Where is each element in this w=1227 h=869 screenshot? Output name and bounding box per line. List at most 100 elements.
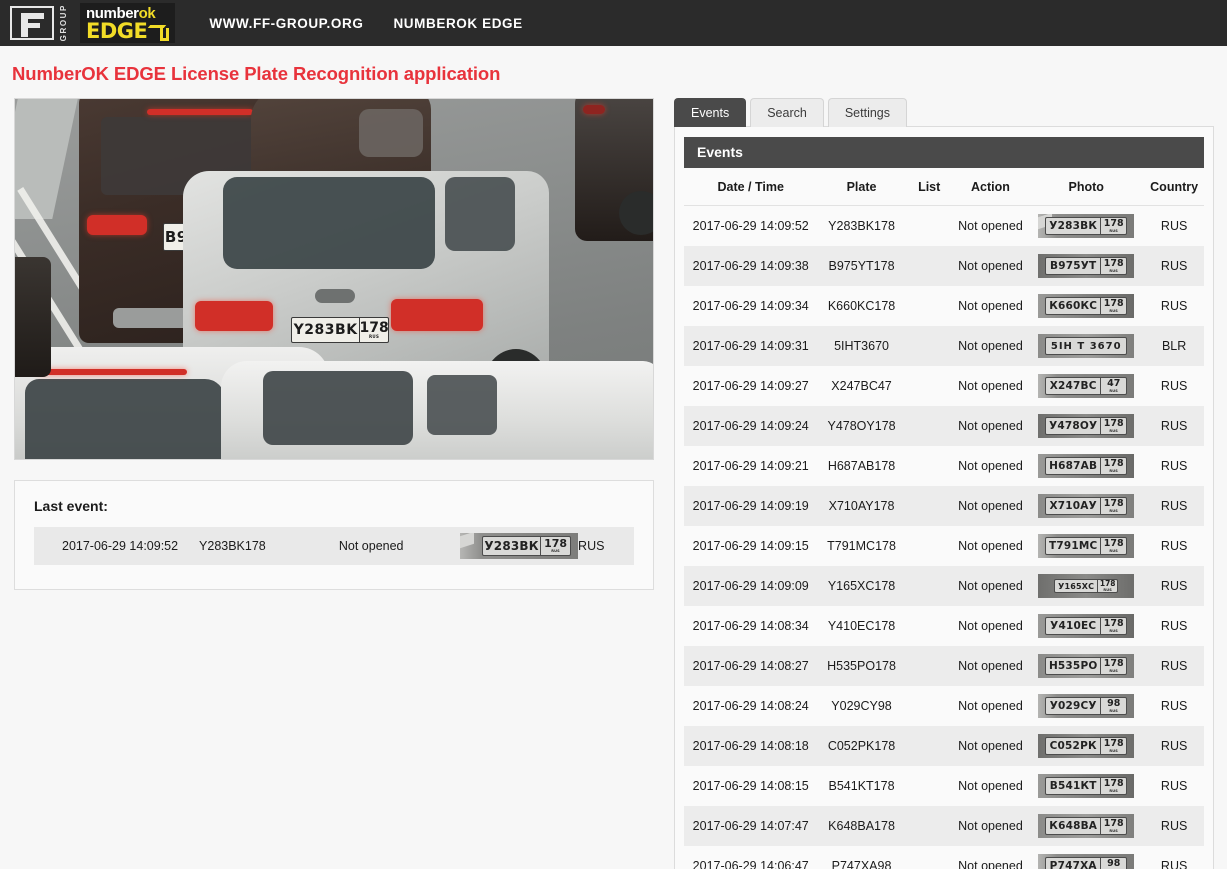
tab-events[interactable]: Events	[674, 98, 747, 128]
table-row[interactable]: 2017-06-29 14:09:38 B975YT178 Not opened В9…	[684, 246, 1204, 287]
cell-action: Not opened	[958, 579, 1023, 594]
column-header-country[interactable]: Country	[1144, 168, 1204, 207]
right-column: Events Search Settings Events Date / Tim…	[674, 98, 1214, 869]
cell-photo[interactable]: Н535РО 178 RUS	[1028, 646, 1144, 686]
cell-action: Not opened	[958, 779, 1023, 794]
camera-snapshot-image: B975YT 178RUS	[14, 98, 654, 460]
plate-thumbnail[interactable]: У478ОУ 178 RUS	[1038, 414, 1135, 439]
table-row[interactable]: 2017-06-29 14:09:21 H687AB178 Not opened Н6…	[684, 446, 1204, 486]
plate-thumb-text: Т791МС	[1048, 540, 1098, 553]
cell-country: RUS	[1160, 459, 1188, 474]
cell-photo[interactable]: Р747ХА98RUS	[1028, 846, 1144, 869]
cell-plate: X710AY178	[828, 499, 895, 514]
cell-country: RUS	[1160, 259, 1188, 274]
cell-photo[interactable]: У478ОУ 178 RUS	[1028, 406, 1144, 446]
cell-country: RUS	[1160, 419, 1188, 434]
plate-thumbnail[interactable]: У029СУ 98 RUS	[1038, 694, 1135, 719]
tab-search[interactable]: Search	[750, 98, 824, 128]
cell-photo[interactable]: С052РК 178 RUS	[1028, 726, 1144, 766]
cell-country: RUS	[1160, 659, 1188, 674]
cell-list	[906, 846, 953, 869]
plate-thumbnail[interactable]: Н687АВ 178 RUS	[1038, 454, 1135, 479]
plate-thumb-text: У165ХС	[1058, 581, 1095, 591]
cell-action: Not opened	[958, 459, 1023, 474]
cell-action: Not opened	[958, 299, 1023, 314]
cell-photo[interactable]: У165ХС 178 RUS	[1028, 566, 1144, 606]
cell-list	[906, 566, 953, 606]
table-row[interactable]: 2017-06-29 14:08:15 B541KT178 Not opened В5…	[684, 766, 1204, 806]
plate-thumbnail[interactable]: С052РК 178 RUS	[1038, 734, 1135, 759]
page-title: NumberOK EDGE License Plate Recognition …	[12, 63, 501, 84]
cell-country: BLR	[1161, 339, 1187, 354]
plate-thumbnail[interactable]: У165ХС 178 RUS	[1038, 574, 1135, 599]
plate-thumb-text: Н535РО	[1048, 660, 1098, 673]
plate-thumbnail[interactable]: У283ВК 178 RUS	[1038, 214, 1135, 239]
table-row[interactable]: 2017-06-29 14:09:31 5IHT3670 Not opened 5IH…	[684, 326, 1204, 367]
column-header-action[interactable]: Action	[952, 168, 1029, 207]
column-header-plate[interactable]: Plate	[817, 168, 906, 207]
table-row[interactable]: 2017-06-29 14:07:47 K648BA178 Not opened К6…	[684, 806, 1204, 847]
cell-photo[interactable]: У029СУ 98 RUS	[1028, 686, 1144, 726]
cell-photo[interactable]: В541КТ 178 RUS	[1028, 766, 1144, 806]
cell-photo[interactable]: Х247ВС 47 RUS	[1028, 366, 1144, 406]
plate-thumb-region: 98RUS	[1100, 698, 1126, 715]
plate-thumb-text: К660КС	[1049, 300, 1098, 313]
table-row[interactable]: 2017-06-29 14:09:34 K660KC178 Not opened К6…	[684, 286, 1204, 326]
table-row[interactable]: 2017-06-29 14:08:34 Y410EC178 Not opened У4…	[684, 606, 1204, 646]
cell-plate: T791MC178	[827, 539, 896, 554]
last-event-country: RUS	[578, 539, 605, 553]
table-row[interactable]: 2017-06-29 14:08:27 H535PO178 Not opened Н5…	[684, 646, 1204, 687]
table-row[interactable]: 2017-06-29 14:08:24 Y029CY98 Not opened У02…	[684, 686, 1204, 726]
cell-action: Not opened	[958, 619, 1023, 634]
cell-photo[interactable]: Т791МС 178 RUS	[1028, 526, 1144, 566]
cell-photo[interactable]: 5IH T 3670	[1028, 326, 1144, 366]
cell-datetime: 2017-06-29 14:09:31	[692, 339, 809, 354]
cell-datetime: 2017-06-29 14:08:18	[692, 739, 809, 754]
cell-photo[interactable]: Н687АВ 178 RUS	[1028, 446, 1144, 486]
plate-thumbnail[interactable]: К660КС 178 RUS	[1038, 294, 1135, 319]
table-row[interactable]: 2017-06-29 14:09:27 X247BC47 Not opened Х24…	[684, 366, 1204, 406]
plate-thumbnail[interactable]: Н535РО 178 RUS	[1038, 654, 1135, 679]
table-row[interactable]: 2017-06-29 14:08:18 C052PK178 Not opened С0…	[684, 726, 1204, 767]
cell-plate: K660KC178	[827, 299, 896, 314]
column-header-datetime[interactable]: Date / Time	[684, 168, 818, 207]
cell-photo[interactable]: У410ЕС 178 RUS	[1028, 606, 1144, 646]
cell-photo[interactable]: К660КС 178 RUS	[1028, 286, 1144, 326]
plate-thumbnail[interactable]: Т791МС 178 RUS	[1038, 534, 1135, 559]
last-event-photo[interactable]: У283ВК 178 RUS	[460, 533, 579, 559]
plate-thumbnail[interactable]: 5IH T 3670	[1038, 334, 1135, 359]
column-header-photo[interactable]: Photo	[1028, 168, 1145, 207]
cell-photo[interactable]: К648ВА 178 RUS	[1028, 806, 1144, 846]
tab-bar: Events Search Settings	[674, 98, 1214, 128]
cell-photo[interactable]: Х710АУ 178 RUS	[1028, 486, 1144, 526]
events-banner: Events	[684, 137, 1204, 169]
cell-country: RUS	[1160, 539, 1188, 554]
plate-thumbnail[interactable]: У410ЕС 178 RUS	[1038, 614, 1135, 639]
plate-thumbnail[interactable]: Х247ВС 47 RUS	[1038, 374, 1135, 399]
cell-photo[interactable]: В975УТ 178 RUS	[1028, 246, 1144, 286]
table-row[interactable]: 2017-06-29 14:06:47 P747XA98 Not opened Р74…	[684, 846, 1204, 869]
plate-thumbnail[interactable]: В975УТ 178 RUS	[1038, 254, 1135, 279]
plate-thumbnail[interactable]: Р747ХА98RUS	[1038, 854, 1135, 869]
column-header-list[interactable]: List	[905, 168, 953, 207]
plate-thumbnail[interactable]: Х710АУ 178 RUS	[1038, 494, 1135, 519]
plate-thumbnail[interactable]: В541КТ 178 RUS	[1038, 774, 1135, 799]
table-row[interactable]: 2017-06-29 14:09:24 Y478OY178 Not opened У4…	[684, 406, 1204, 447]
last-event-row[interactable]: 2017-06-29 14:09:52 Y283BK178 Not opened…	[34, 527, 634, 565]
table-row[interactable]: 2017-06-29 14:09:15 T791MC178 Not opened Т7…	[684, 526, 1204, 566]
cell-photo[interactable]: У283ВК 178 RUS	[1028, 206, 1144, 247]
table-row[interactable]: 2017-06-29 14:09:52 Y283BK178 Not opened У2…	[684, 206, 1204, 247]
table-row[interactable]: 2017-06-29 14:09:19 X710AY178 Not opened Х7…	[684, 486, 1204, 527]
tab-settings[interactable]: Settings	[827, 98, 907, 128]
cell-action: Not opened	[958, 419, 1023, 434]
nav-link-numberok-edge[interactable]: NUMBEROK EDGE	[393, 16, 522, 31]
vehicle-left-sliver	[15, 257, 51, 377]
table-row[interactable]: 2017-06-29 14:09:09 Y165XC178 Not opened У1…	[684, 566, 1204, 607]
cell-datetime: 2017-06-29 14:09:38	[692, 259, 809, 274]
events-table: Date / Time Plate List Action Photo Coun…	[684, 168, 1204, 869]
plate-thumb-region: 178 RUS	[1097, 580, 1117, 593]
plate-thumbnail[interactable]: К648ВА 178 RUS	[1038, 814, 1135, 839]
nav-link-ff-group[interactable]: WWW.FF-GROUP.ORG	[209, 16, 363, 31]
last-event-panel: Last event: 2017-06-29 14:09:52 Y283BK17…	[14, 480, 654, 590]
cell-list	[906, 326, 953, 366]
